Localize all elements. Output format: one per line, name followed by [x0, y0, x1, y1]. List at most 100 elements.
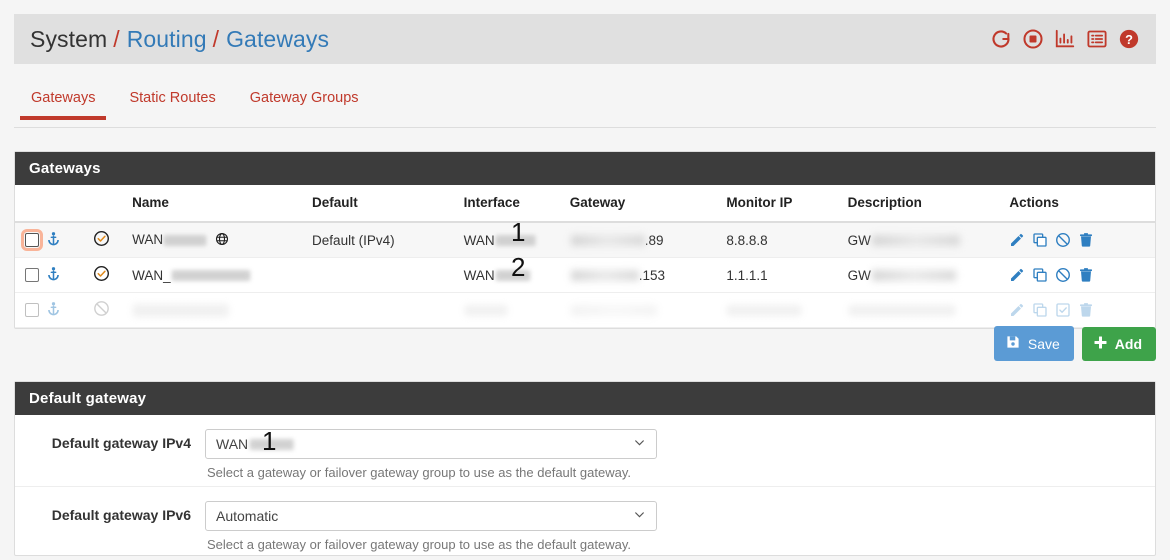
default-gateway-ipv4-select[interactable]: WAN — [205, 429, 657, 459]
status-disabled-icon — [93, 301, 110, 320]
stop-record-icon[interactable] — [1022, 28, 1044, 50]
row-interface-redaction — [464, 305, 507, 317]
row-status-cell — [77, 222, 127, 258]
tab-gateways[interactable]: Gateways — [14, 84, 112, 120]
row-name-text: WAN_ — [132, 267, 171, 283]
breadcrumb-routing[interactable]: Routing — [127, 26, 207, 53]
copy-icon[interactable] — [1032, 302, 1048, 318]
gateways-table-body: WAN Default (IPv4) WAN .89 8.8.8.8 GW WA… — [15, 222, 1155, 328]
row-gateway-cell — [563, 292, 721, 328]
table-row[interactable]: WAN Default (IPv4) WAN .89 8.8.8.8 GW — [15, 222, 1155, 258]
col-interface: Interface — [457, 185, 564, 223]
plus-icon — [1093, 335, 1108, 353]
table-row[interactable]: WAN_ WAN .153 1.1.1.1 GW — [15, 257, 1155, 293]
row-description-cell — [841, 292, 1004, 328]
row-actions-cell — [1003, 257, 1155, 293]
row-select-cell — [15, 292, 78, 328]
default-gateway-panel-title: Default gateway — [15, 382, 1155, 415]
row-gateway-text: .153 — [638, 267, 666, 283]
save-button[interactable]: Save — [993, 326, 1074, 361]
row-monitor-cell: 1.1.1.1 — [720, 257, 842, 293]
breadcrumb-gateways[interactable]: Gateways — [226, 26, 329, 53]
anchor-icon[interactable] — [46, 266, 61, 285]
chevron-down-icon — [633, 508, 646, 524]
row-description-cell: GW — [841, 222, 1004, 258]
anchor-icon[interactable] — [46, 231, 61, 250]
delete-icon[interactable] — [1078, 232, 1094, 248]
row-name-cell — [126, 292, 307, 328]
default-gateway-ipv4-redaction — [250, 438, 295, 450]
gateways-table-head: Name Default Interface Gateway Monitor I… — [15, 185, 1155, 223]
row-name-cell: WAN_ — [126, 257, 307, 293]
row-default-cell — [306, 292, 458, 328]
col-select — [15, 185, 78, 223]
row-description-text: GW — [847, 232, 871, 248]
default-gateway-ipv4-row: Default gateway IPv4 WAN Select a gatewa… — [15, 415, 1155, 487]
chart-icon[interactable] — [1054, 28, 1076, 50]
enable-icon[interactable] — [1055, 302, 1071, 318]
col-name: Name — [126, 185, 307, 223]
copy-icon[interactable] — [1032, 267, 1048, 283]
default-gateway-ipv6-label: Default gateway IPv6 — [51, 507, 191, 523]
row-checkbox[interactable] — [25, 303, 39, 317]
table-row[interactable] — [15, 292, 1155, 328]
row-select-cell — [15, 257, 78, 293]
globe-icon — [215, 232, 229, 249]
add-button[interactable]: Add — [1081, 326, 1156, 361]
row-interface-text: WAN — [463, 267, 495, 283]
row-status-cell — [77, 292, 127, 328]
edit-icon[interactable] — [1009, 267, 1025, 283]
col-description: Description — [841, 185, 1004, 223]
row-default-cell — [306, 257, 458, 293]
table-header-row: Name Default Interface Gateway Monitor I… — [15, 185, 1155, 223]
row-checkbox[interactable] — [25, 268, 39, 282]
edit-icon[interactable] — [1009, 302, 1025, 318]
tab-static-routes[interactable]: Static Routes — [112, 84, 232, 119]
tab-bar: Gateways Static Routes Gateway Groups — [14, 84, 1156, 128]
row-monitor-cell — [720, 292, 842, 328]
disable-icon[interactable] — [1055, 232, 1071, 248]
logs-icon[interactable] — [1086, 28, 1108, 50]
gateways-panel-title: Gateways — [15, 152, 1155, 185]
row-description-cell: GW — [841, 257, 1004, 293]
gateways-panel: Gateways Name Default Interface Gateway … — [14, 151, 1156, 329]
default-gateway-ipv6-help: Select a gateway or failover gateway gro… — [207, 537, 631, 552]
row-gateway-redaction — [570, 270, 639, 282]
delete-icon[interactable] — [1078, 267, 1094, 283]
row-actions-cell — [1003, 292, 1155, 328]
col-actions: Actions — [1003, 185, 1155, 223]
help-icon[interactable]: ? — [1118, 28, 1140, 50]
default-gateway-ipv6-select[interactable]: Automatic — [205, 501, 657, 531]
row-description-redaction — [848, 305, 955, 317]
row-select-cell — [15, 222, 78, 258]
row-default-cell: Default (IPv4) — [306, 222, 458, 258]
row-description-redaction — [871, 235, 960, 247]
row-interface-cell: WAN — [457, 257, 564, 293]
row-description-redaction — [871, 270, 956, 282]
row-monitor-cell: 8.8.8.8 — [720, 222, 842, 258]
breadcrumb-separator-2: / — [212, 25, 220, 52]
add-button-label: Add — [1114, 335, 1142, 352]
row-gateway-text: .89 — [644, 232, 664, 248]
row-name-redaction — [171, 270, 250, 282]
row-interface-cell: WAN — [457, 222, 564, 258]
row-name-cell: WAN — [126, 222, 307, 258]
row-checkbox[interactable] — [21, 229, 43, 251]
edit-icon[interactable] — [1009, 232, 1025, 248]
delete-icon[interactable] — [1078, 302, 1094, 318]
row-gateway-cell: .89 — [563, 222, 721, 258]
default-gateway-ipv6-value: Automatic — [216, 508, 279, 524]
row-interface-cell — [457, 292, 564, 328]
tab-gateway-groups[interactable]: Gateway Groups — [233, 84, 376, 119]
disable-icon[interactable] — [1055, 267, 1071, 283]
anchor-icon[interactable] — [46, 301, 61, 320]
status-enabled-icon — [93, 265, 110, 285]
reload-icon[interactable] — [990, 28, 1012, 50]
header-icon-group: ? — [990, 28, 1140, 50]
breadcrumb: System / Routing / Gateways ? — [14, 14, 1156, 64]
chevron-down-icon — [633, 436, 646, 452]
form-button-row: Save Add — [14, 326, 1156, 361]
row-status-cell — [77, 257, 127, 293]
copy-icon[interactable] — [1032, 232, 1048, 248]
default-gateway-ipv4-help: Select a gateway or failover gateway gro… — [207, 465, 631, 480]
